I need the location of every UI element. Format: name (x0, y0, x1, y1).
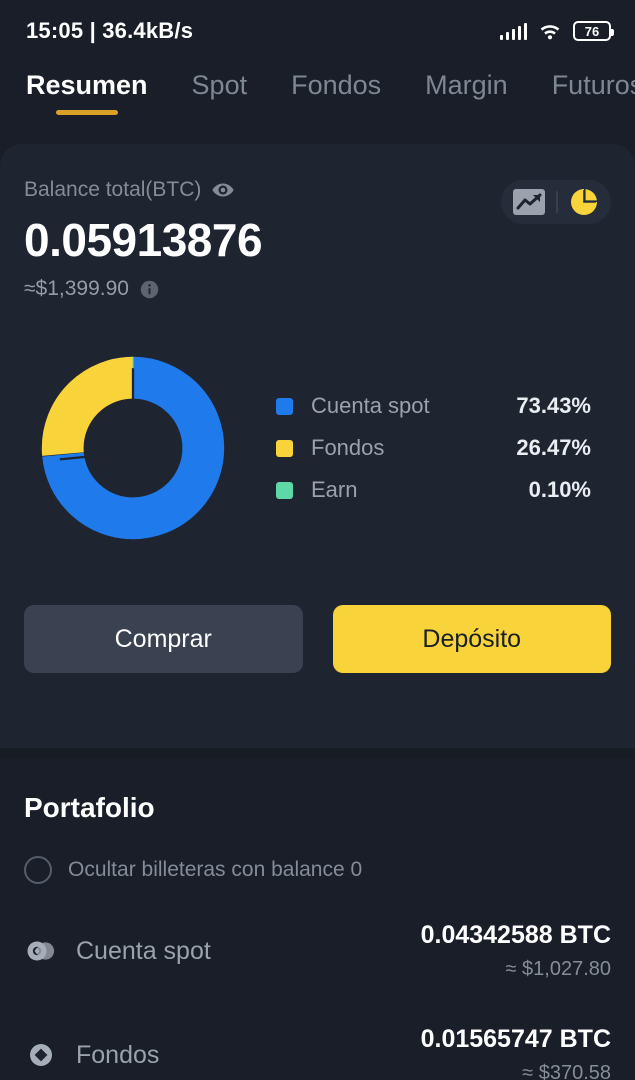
tab-fondos[interactable]: Fondos (291, 70, 381, 115)
pie-chart-icon[interactable] (569, 187, 599, 217)
deposit-button[interactable]: Depósito (332, 605, 611, 674)
legend-value-earn: 0.10% (528, 477, 591, 503)
legend-label-earn: Earn (311, 477, 358, 503)
legend-item-cuenta-spot: Cuenta spot 73.43% (276, 385, 591, 427)
info-icon[interactable] (139, 279, 160, 300)
tab-fondos-label: Fondos (291, 70, 382, 100)
status-time-speed: 15:05 | 36.4kB/s (26, 18, 194, 43)
tab-futuros[interactable]: Futuros (552, 70, 635, 115)
balance-label: Balance total(BTC) (24, 178, 202, 201)
tab-spot-label: Spot (191, 70, 248, 100)
spot-account-icon (27, 941, 55, 961)
legend-label-fondos: Fondos (311, 435, 385, 461)
tab-resumen-label: Resumen (26, 70, 148, 100)
line-chart-icon[interactable] (513, 189, 545, 215)
balance-usd-value: ≈$1,399.90 (24, 277, 129, 301)
asset-usd-fondos: ≈ $370.58 (522, 1061, 611, 1080)
balance-usd-row: ≈$1,399.90 (24, 277, 262, 301)
asset-identity-cuenta-spot: Cuenta spot (24, 934, 211, 968)
balance-summary: Balance total(BTC) 0.05913876 ≈$1,399.90 (24, 178, 263, 301)
action-buttons: Comprar Depósito (24, 605, 611, 674)
asset-usd-cuenta-spot: ≈ $1,027.80 (505, 957, 611, 980)
asset-values-fondos: 0.01565747 BTC ≈ $370.58 (421, 1025, 611, 1080)
balance-label-row: Balance total(BTC) (24, 178, 262, 202)
battery-level: 76 (584, 23, 600, 39)
list-item[interactable]: Fondos 0.01565747 BTC ≈ $370.58 (24, 1018, 611, 1080)
section-divider (0, 748, 635, 758)
battery-icon: 76 (573, 21, 614, 41)
asset-values-cuenta-spot: 0.04342588 BTC ≈ $1,027.80 (421, 921, 611, 981)
allocation-chart-section: Cuenta spot 73.43% Fondos 26.47% Earn 0.… (24, 353, 611, 543)
portfolio-title: Portafolio (24, 792, 155, 823)
tab-futuros-label: Futuros (551, 70, 635, 100)
allocation-donut-chart (41, 357, 225, 540)
signal-icon (499, 22, 527, 40)
asset-identity-fondos: Fondos (24, 1038, 159, 1072)
legend-swatch-green (276, 481, 293, 499)
wifi-icon (540, 25, 560, 40)
tab-spot[interactable]: Spot (192, 70, 248, 115)
legend-swatch-blue (276, 397, 293, 415)
list-item[interactable]: Cuenta spot 0.04342588 BTC ≈ $1,027.80 (24, 914, 611, 988)
balance-value: 0.05913876 (24, 214, 263, 266)
tab-bar: Resumen Spot Fondos Margin Futuros (0, 62, 635, 138)
buy-button[interactable]: Comprar (24, 605, 303, 674)
chart-legend: Cuenta spot 73.43% Fondos 26.47% Earn 0.… (276, 385, 591, 511)
tab-resumen[interactable]: Resumen (26, 70, 148, 115)
legend-label-cuenta-spot: Cuenta spot (311, 393, 430, 419)
funds-diamond-icon (30, 1044, 52, 1066)
legend-swatch-yellow (276, 439, 293, 457)
balance-card: Balance total(BTC) 0.05913876 ≈$1,399.90 (0, 144, 635, 748)
asset-amount-fondos: 0.01565747 BTC (420, 1025, 611, 1054)
tab-margin[interactable]: Margin (425, 70, 508, 115)
status-bar: 15:05 | 36.4kB/s 76 (0, 0, 635, 62)
asset-name-fondos: Fondos (76, 1040, 160, 1069)
hide-zero-label: Ocultar billeteras con balance 0 (68, 858, 363, 881)
tab-margin-label: Margin (425, 70, 508, 100)
legend-item-earn: Earn 0.10% (276, 469, 591, 511)
eye-icon[interactable] (211, 178, 235, 202)
asset-name-cuenta-spot: Cuenta spot (76, 936, 211, 965)
view-toggle (501, 180, 611, 224)
legend-value-fondos: 26.47% (516, 435, 591, 461)
legend-value-cuenta-spot: 73.43% (516, 393, 591, 419)
toggle-divider (556, 191, 558, 213)
hide-zero-checkbox[interactable] (24, 856, 52, 884)
hide-zero-balance-toggle[interactable]: Ocultar billeteras con balance 0 (24, 856, 611, 884)
balance-header: Balance total(BTC) 0.05913876 ≈$1,399.90 (24, 178, 611, 301)
asset-amount-cuenta-spot: 0.04342588 BTC (420, 921, 611, 950)
status-icons: 76 (499, 21, 614, 41)
portfolio-section: Portafolio Ocultar billeteras con balanc… (0, 758, 635, 1080)
legend-item-fondos: Fondos 26.47% (276, 427, 591, 469)
